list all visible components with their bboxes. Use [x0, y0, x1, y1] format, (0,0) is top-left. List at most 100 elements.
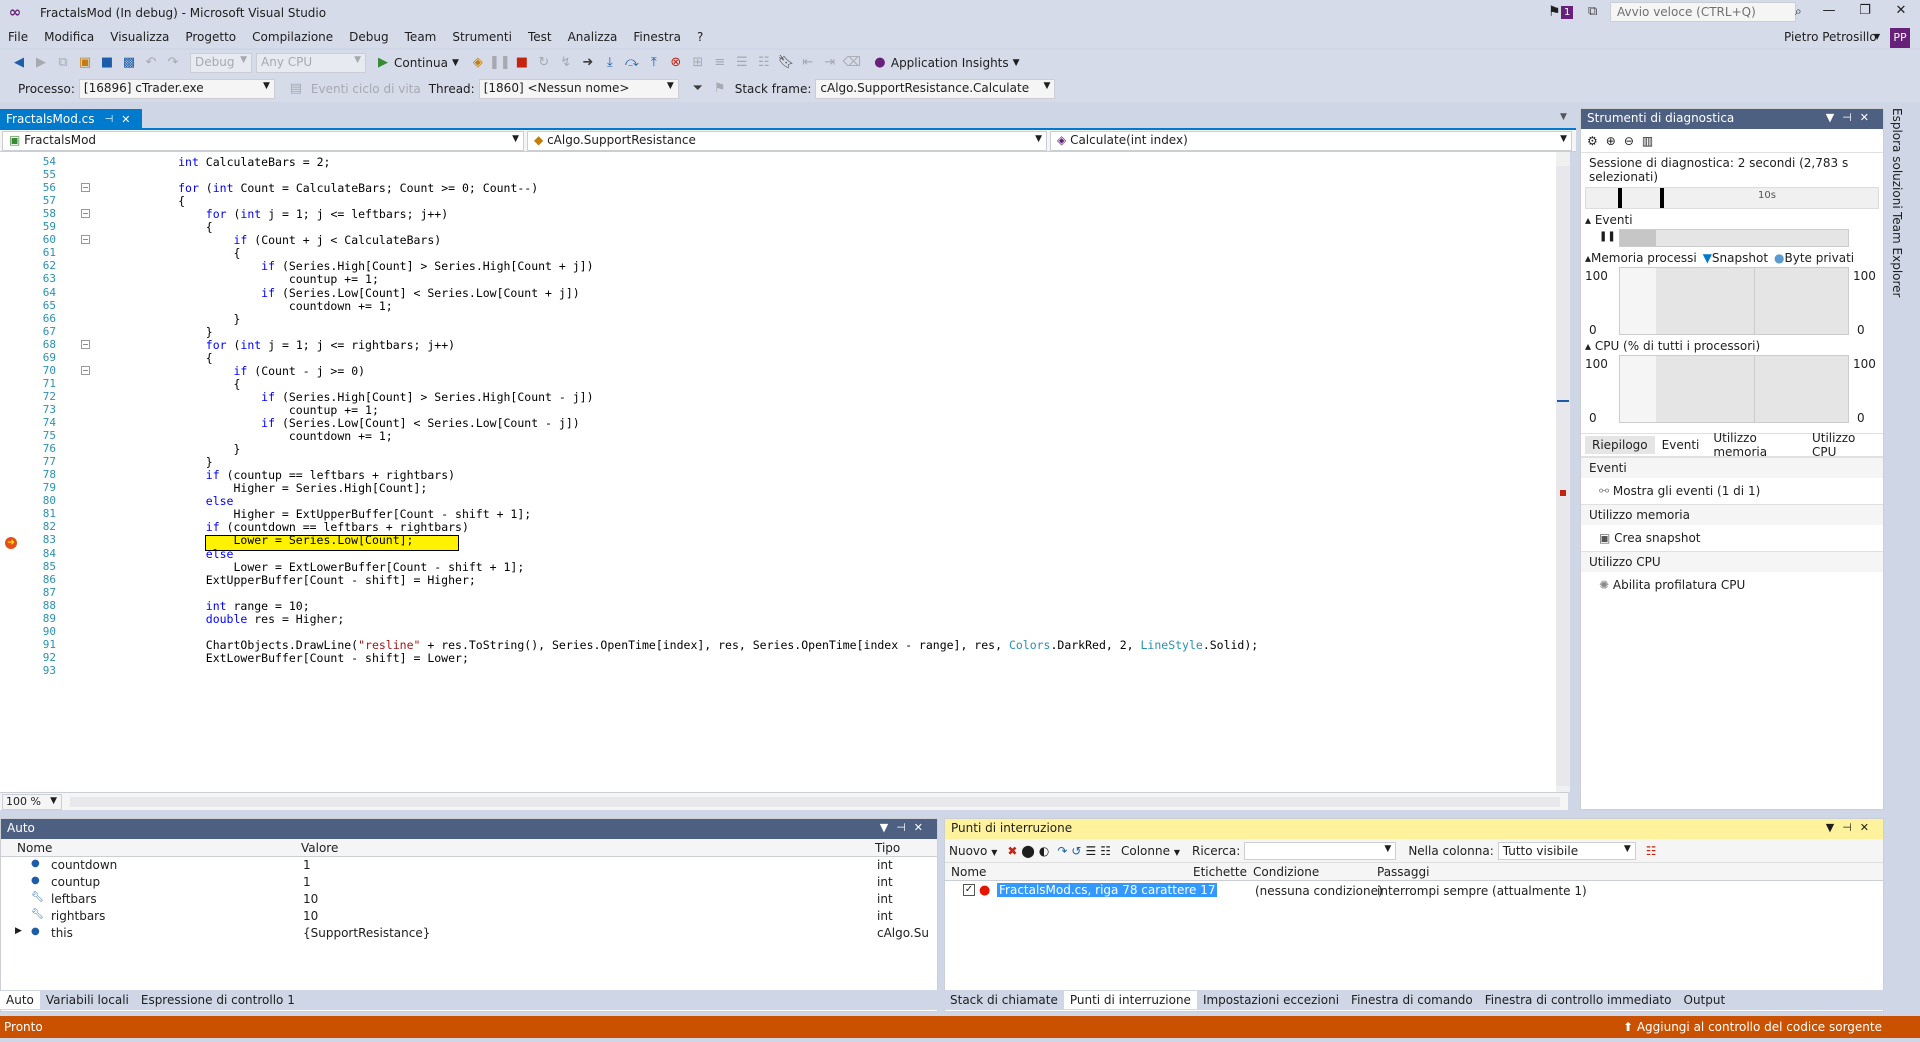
columns-button[interactable]: Colonne ▼	[1121, 844, 1180, 858]
settings-gear-icon[interactable]: ⚙	[1587, 134, 1598, 148]
back-icon[interactable]: ◀	[8, 52, 30, 74]
timeline-end-handle[interactable]	[1660, 188, 1664, 208]
feedback-icon[interactable]: ⧉	[1588, 4, 1597, 19]
code-line[interactable]: ChartObjects.DrawLine("resline" + res.To…	[95, 638, 1258, 652]
clear-bookmarks-icon[interactable]: ⌫	[841, 52, 863, 74]
menu-file[interactable]: File	[0, 26, 36, 48]
bp-search-input[interactable]: ▼	[1244, 841, 1397, 860]
tab-summary[interactable]: Riepilogo	[1585, 436, 1655, 454]
tab-locals[interactable]: Variabili locali	[40, 991, 135, 1009]
code-line[interactable]: }	[95, 325, 213, 339]
code-line[interactable]: ExtLowerBuffer[Count - shift] = Lower;	[95, 651, 469, 665]
tab-breakpoints[interactable]: Punti di interruzione	[1063, 991, 1197, 1009]
tab-events[interactable]: Eventi	[1655, 436, 1707, 454]
close-button[interactable]: ✕	[1888, 3, 1914, 21]
code-line[interactable]: {	[95, 351, 213, 365]
stop-debugging-icon[interactable]: ■	[511, 52, 533, 74]
code-line[interactable]: countup += 1;	[95, 403, 379, 417]
variable-row[interactable]: 🔧︎ leftbars 10 int	[1, 891, 937, 908]
code-line[interactable]: {	[95, 377, 240, 391]
close-tab-icon[interactable]: ✕	[121, 113, 130, 126]
save-icon[interactable]: ■	[96, 52, 118, 74]
code-line[interactable]: if (Series.High[Count] > Series.High[Cou…	[95, 259, 593, 273]
import-icon[interactable]: ☷	[1100, 844, 1111, 858]
code-line[interactable]: }	[95, 455, 213, 469]
code-line[interactable]: countdown += 1;	[95, 429, 393, 443]
code-line[interactable]: else	[95, 494, 234, 508]
step-into-icon[interactable]: ⤓	[599, 52, 621, 74]
delete-icon[interactable]: ✖	[1007, 844, 1017, 858]
col-bp-name[interactable]: Nome	[951, 865, 986, 879]
breakpoint-toggle-icon[interactable]: ⊗	[665, 52, 687, 74]
menu-window[interactable]: Finestra	[625, 26, 689, 48]
zoom-in-icon[interactable]: ⊕	[1606, 134, 1616, 148]
code-line[interactable]: {	[95, 194, 185, 208]
panel-controls-icon[interactable]: ▼⊣✕	[1826, 821, 1877, 834]
code-line[interactable]: Higher = Series.High[Count];	[95, 481, 427, 495]
class-nav-select[interactable]: ◆ cAlgo.SupportResistance ▼	[527, 131, 1047, 151]
filter-icon[interactable]: ⏷	[687, 78, 709, 100]
timeline-start-handle[interactable]	[1618, 188, 1622, 208]
code-editor[interactable]: ➜ 54 int CalculateBars = 2; 55 56− for (in…	[0, 152, 1568, 792]
hex-display-icon[interactable]: ⊞	[687, 52, 709, 74]
reset-filter-icon[interactable]: ☷	[1646, 844, 1657, 858]
code-line[interactable]: }	[95, 312, 240, 326]
user-name[interactable]: Pietro Petrosillo	[1784, 30, 1877, 44]
code-line[interactable]: for (int j = 1; j <= rightbars; j++)	[95, 338, 455, 352]
col-type[interactable]: Tipo	[875, 841, 900, 855]
code-line[interactable]: }	[95, 442, 240, 456]
panel-controls-icon[interactable]: ▼⊣✕	[1826, 111, 1877, 124]
col-value[interactable]: Valore	[301, 841, 338, 855]
in-column-select[interactable]: Tutto visibile ▼	[1497, 841, 1636, 860]
member-nav-select[interactable]: ◈ Calculate(int index) ▼	[1050, 131, 1572, 151]
uncomment-icon[interactable]: ☷	[753, 52, 775, 74]
variable-row[interactable]: ▶ ● this {SupportResistance} cAlgo.Su	[1, 925, 937, 942]
tab-immediate-window[interactable]: Finestra di controllo immediato	[1479, 991, 1678, 1009]
bp-name-cell[interactable]: FractalsMod.cs, riga 78 carattere 17	[997, 883, 1218, 897]
prev-bookmark-icon[interactable]: ⇤	[797, 52, 819, 74]
new-project-icon[interactable]: ⧉	[52, 52, 74, 74]
enable-cpu-profiling-button[interactable]: ✺ Abilita profilatura CPU	[1581, 572, 1883, 598]
code-line[interactable]: Higher = ExtUpperBuffer[Count - shift + …	[95, 507, 531, 521]
code-line[interactable]: Lower = Series.Low[Count];	[95, 533, 413, 547]
solution-config-select[interactable]: Debug ▼	[190, 53, 252, 73]
step-over-icon[interactable]: ⤼	[621, 52, 643, 74]
collapse-icon[interactable]: −	[81, 183, 90, 193]
collapse-icon[interactable]: −	[81, 339, 90, 349]
code-line[interactable]: if (Count - j >= 0)	[95, 364, 365, 378]
go-to-disassembly-icon[interactable]: ↺	[1071, 844, 1081, 858]
continue-icon[interactable]: ▶	[372, 52, 394, 74]
notification-badge[interactable]: 1	[1561, 6, 1574, 19]
collapse-icon[interactable]: −	[81, 209, 90, 219]
menu-tools[interactable]: Strumenti	[444, 26, 520, 48]
tab-auto[interactable]: Auto	[0, 991, 40, 1009]
app-insights-button[interactable]: Application Insights	[891, 56, 1009, 70]
reset-zoom-icon[interactable]: ▥	[1642, 134, 1653, 148]
comment-icon[interactable]: ☰	[731, 52, 753, 74]
breakpoint-row[interactable]: ✓ ● FractalsMod.cs, riga 78 carattere 17…	[945, 881, 1883, 903]
delete-all-icon[interactable]: ⬤	[1021, 844, 1034, 858]
panel-controls-icon[interactable]: ▼⊣✕	[880, 821, 931, 834]
code-line[interactable]: for (int Count = CalculateBars; Count >=…	[95, 181, 538, 195]
show-next-statement-icon[interactable]: ➜	[577, 52, 599, 74]
new-breakpoint-button[interactable]: Nuovo ▼	[949, 844, 997, 858]
go-to-source-icon[interactable]: ↷	[1057, 844, 1067, 858]
quick-launch-input[interactable]: Avvio veloce (CTRL+Q)	[1610, 2, 1796, 22]
col-bp-labels[interactable]: Etichette	[1193, 865, 1247, 879]
break-all-icon[interactable]: ❚❚	[489, 52, 511, 74]
code-line[interactable]: int range = 10;	[95, 599, 310, 613]
tab-memory-usage[interactable]: Utilizzo memoria	[1706, 429, 1805, 461]
process-select[interactable]: [16896] cTrader.exe ▼	[78, 79, 275, 99]
timeline-ruler[interactable]: 10s	[1585, 187, 1879, 209]
col-bp-condition[interactable]: Condizione	[1253, 865, 1319, 879]
code-line[interactable]: if (Series.Low[Count] < Series.Low[Count…	[95, 416, 580, 430]
code-line[interactable]: ExtUpperBuffer[Count - shift] = Higher;	[95, 573, 476, 587]
tab-fractalsmod[interactable]: FractalsMod.cs ⊣ ✕	[0, 109, 142, 129]
toggle-all-icon[interactable]: ◐	[1039, 844, 1049, 858]
variable-row[interactable]: ● countup 1 int	[1, 874, 937, 891]
col-bp-hits[interactable]: Passaggi	[1377, 865, 1429, 879]
code-line[interactable]: if (Series.High[Count] > Series.High[Cou…	[95, 390, 593, 404]
restart-icon[interactable]: ↻	[533, 52, 555, 74]
apply-changes-icon[interactable]: ↯	[555, 52, 577, 74]
menu-help[interactable]: ?	[689, 26, 711, 48]
